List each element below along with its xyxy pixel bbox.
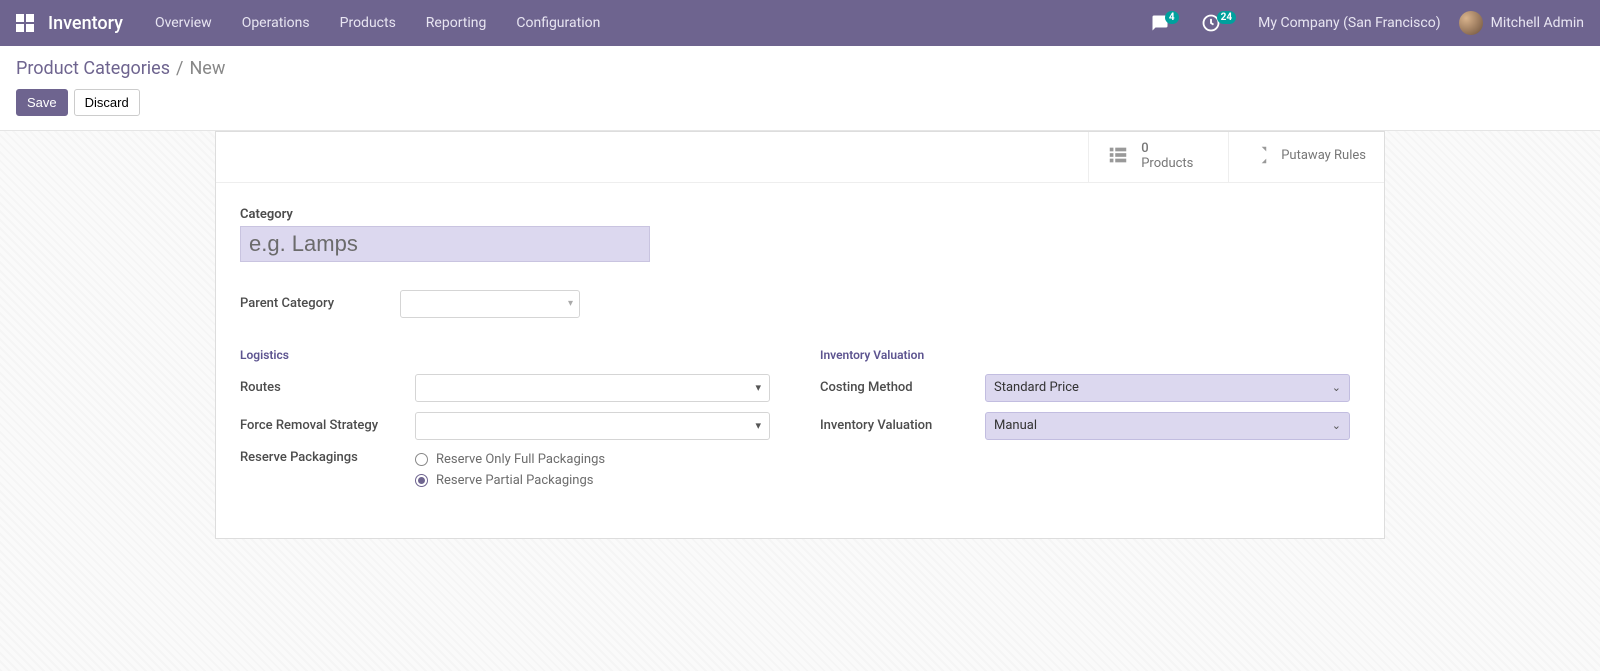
inventory-valuation-value: Manual <box>994 418 1037 433</box>
nav-menu: Overview Operations Products Reporting C… <box>155 15 600 31</box>
discard-button[interactable]: Discard <box>74 89 140 116</box>
logistics-title: Logistics <box>240 348 780 362</box>
stat-products-label: Products <box>1141 157 1193 172</box>
control-panel: Product Categories / New Save Discard <box>0 46 1600 131</box>
reserve-full-label: Reserve Only Full Packagings <box>436 452 605 467</box>
apps-icon[interactable] <box>16 14 34 32</box>
activities-badge: 24 <box>1217 11 1236 24</box>
nav-products[interactable]: Products <box>340 15 396 31</box>
nav-operations[interactable]: Operations <box>242 15 310 31</box>
radio-icon <box>415 453 428 466</box>
removal-strategy-label: Force Removal Strategy <box>240 418 415 433</box>
inventory-valuation-select[interactable]: Manual ⌄ <box>985 412 1350 440</box>
costing-method-select[interactable]: Standard Price ⌄ <box>985 374 1350 402</box>
reserve-full-option[interactable]: Reserve Only Full Packagings <box>415 452 605 467</box>
valuation-title: Inventory Valuation <box>820 348 1360 362</box>
breadcrumb-parent[interactable]: Product Categories <box>16 58 170 79</box>
nav-overview[interactable]: Overview <box>155 15 212 31</box>
messages-badge: 4 <box>1165 11 1179 24</box>
content-area: 0 Products Putaway Rules Category Parent… <box>0 131 1600 671</box>
inventory-valuation-label: Inventory Valuation <box>820 418 985 433</box>
user-menu[interactable]: Mitchell Admin <box>1459 11 1584 35</box>
action-buttons: Save Discard <box>16 89 1584 116</box>
chevron-down-icon: ▾ <box>568 298 573 309</box>
main-navbar: Inventory Overview Operations Products R… <box>0 0 1600 46</box>
category-label: Category <box>240 207 1360 222</box>
stat-putaway-label: Putaway Rules <box>1281 149 1366 164</box>
stat-products-count: 0 <box>1141 142 1193 157</box>
reserve-packagings-radio: Reserve Only Full Packagings Reserve Par… <box>415 450 605 488</box>
parent-category-select[interactable]: ▾ <box>400 290 580 318</box>
activities-button[interactable]: 24 <box>1201 13 1240 33</box>
shuffle-icon <box>1247 144 1269 170</box>
costing-method-value: Standard Price <box>994 380 1079 395</box>
stat-putaway-button[interactable]: Putaway Rules <box>1228 132 1384 182</box>
category-name-input[interactable] <box>240 226 650 262</box>
stat-products-button[interactable]: 0 Products <box>1088 132 1228 182</box>
chevron-down-icon: ▾ <box>755 419 761 432</box>
costing-method-label: Costing Method <box>820 380 985 395</box>
messages-button[interactable]: 4 <box>1151 14 1183 32</box>
chevron-down-icon: ⌄ <box>1332 419 1341 432</box>
avatar <box>1459 11 1483 35</box>
user-name: Mitchell Admin <box>1491 15 1584 31</box>
form-sheet: 0 Products Putaway Rules Category Parent… <box>215 131 1385 539</box>
chevron-down-icon: ▾ <box>755 381 761 394</box>
breadcrumb: Product Categories / New <box>16 58 1584 79</box>
save-button[interactable]: Save <box>16 89 68 116</box>
parent-category-label: Parent Category <box>240 290 400 318</box>
reserve-partial-option[interactable]: Reserve Partial Packagings <box>415 473 605 488</box>
company-switcher[interactable]: My Company (San Francisco) <box>1258 15 1440 31</box>
removal-strategy-select[interactable]: ▾ <box>415 412 770 440</box>
list-icon <box>1107 144 1129 170</box>
radio-checked-icon <box>415 474 428 487</box>
stat-button-box: 0 Products Putaway Rules <box>216 132 1384 183</box>
reserve-packagings-label: Reserve Packagings <box>240 450 415 465</box>
routes-select[interactable]: ▾ <box>415 374 770 402</box>
app-brand[interactable]: Inventory <box>48 13 123 34</box>
breadcrumb-sep: / <box>176 58 183 79</box>
nav-right: 4 24 My Company (San Francisco) Mitchell… <box>1151 11 1584 35</box>
breadcrumb-current: New <box>189 58 225 79</box>
nav-configuration[interactable]: Configuration <box>516 15 600 31</box>
nav-reporting[interactable]: Reporting <box>426 15 487 31</box>
reserve-partial-label: Reserve Partial Packagings <box>436 473 593 488</box>
chevron-down-icon: ⌄ <box>1332 381 1341 394</box>
routes-label: Routes <box>240 380 415 395</box>
